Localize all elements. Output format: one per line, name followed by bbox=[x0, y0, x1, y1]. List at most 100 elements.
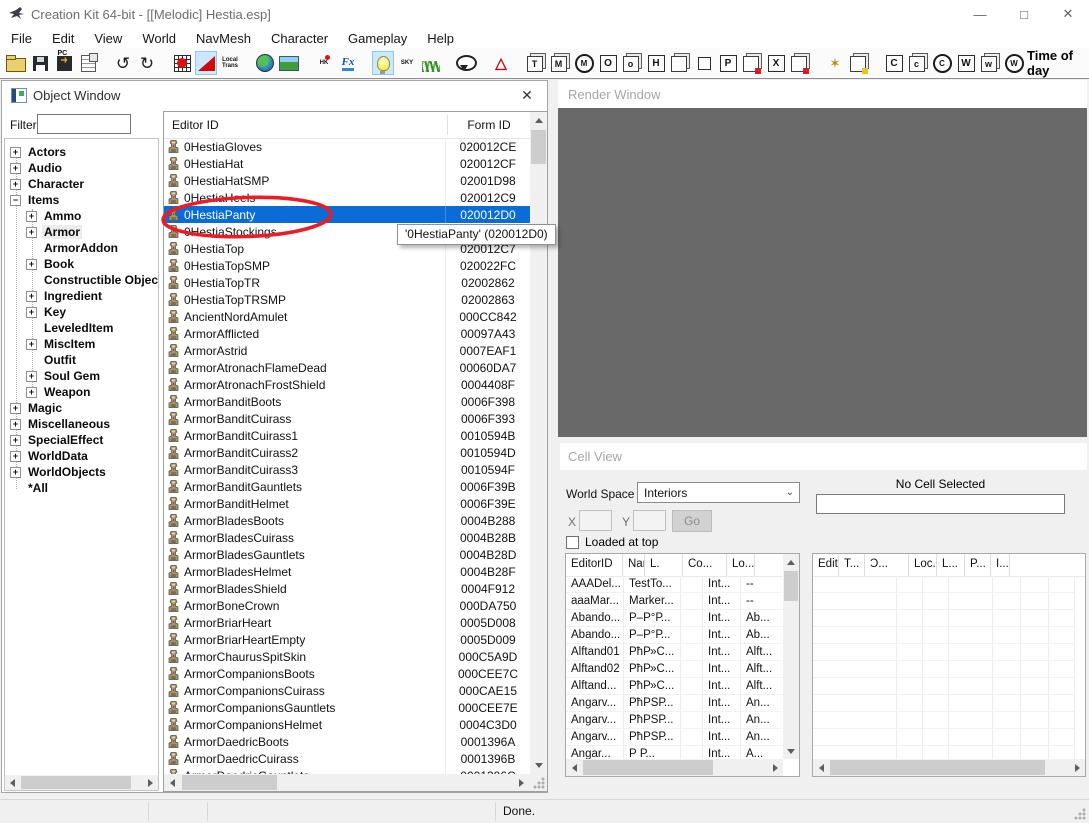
snap-grid-button[interactable] bbox=[171, 51, 193, 75]
close-button[interactable]: ✕ bbox=[1053, 1, 1083, 27]
object-list-row[interactable]: ArmorAstrid 0007EAF1 bbox=[164, 342, 530, 359]
undo-button[interactable]: ↺ bbox=[112, 51, 134, 75]
cube-t-button[interactable]: T bbox=[525, 51, 547, 75]
maximize-button[interactable]: □ bbox=[1009, 1, 1039, 27]
open-button[interactable] bbox=[5, 51, 27, 75]
box-p-button[interactable]: P bbox=[717, 51, 739, 75]
dialogue-button[interactable] bbox=[455, 51, 477, 75]
column-header-editor-id[interactable]: Editor ID bbox=[172, 118, 219, 132]
scroll-up-icon[interactable] bbox=[530, 112, 547, 129]
tree-item[interactable]: SpecialEffect bbox=[5, 432, 158, 448]
box-w-button[interactable]: W bbox=[955, 51, 977, 75]
tree-expander-icon[interactable] bbox=[10, 467, 21, 478]
tree-item[interactable]: Weapon bbox=[5, 384, 158, 400]
column-header[interactable]: Co... bbox=[683, 554, 727, 576]
tree-item[interactable]: MiscItem bbox=[5, 336, 158, 352]
object-list-row[interactable]: 0HestiaHat 020012CF bbox=[164, 155, 530, 172]
cell-row[interactable]: Angarv... РћРЅР... Int... An... bbox=[566, 729, 783, 746]
cube-light-button[interactable] bbox=[848, 51, 870, 75]
tree-item[interactable]: Magic bbox=[5, 400, 158, 416]
world-space-dropdown[interactable]: Interiors ⌄ bbox=[637, 482, 800, 503]
cell-contents-row[interactable] bbox=[813, 678, 1085, 695]
tree-item[interactable]: Key bbox=[5, 304, 158, 320]
tree-item[interactable]: *All bbox=[5, 480, 158, 496]
tree-expander-icon[interactable] bbox=[26, 339, 37, 350]
tree-item[interactable]: Constructible Object bbox=[5, 272, 158, 288]
object-list-row[interactable]: 0HestiaHeels 020012C9 bbox=[164, 189, 530, 206]
column-header[interactable]: Loc... bbox=[909, 554, 937, 576]
column-header[interactable]: Name bbox=[623, 554, 645, 576]
tree-item[interactable]: Actors bbox=[5, 144, 158, 160]
column-header[interactable]: I... bbox=[991, 554, 1010, 576]
scroll-thumb[interactable] bbox=[531, 130, 546, 164]
scroll-up-icon[interactable] bbox=[783, 554, 799, 570]
circle-c-button[interactable]: C bbox=[931, 51, 953, 75]
cell-contents-row[interactable] bbox=[813, 610, 1085, 627]
tree-expander-icon[interactable] bbox=[10, 435, 21, 446]
scroll-thumb[interactable] bbox=[21, 776, 131, 789]
tree-item[interactable]: Miscellaneous bbox=[5, 416, 158, 432]
tree-item[interactable]: Items bbox=[5, 192, 158, 208]
tree-item[interactable]: Character bbox=[5, 176, 158, 192]
cell-row[interactable]: aaaMar... Marker... Int... -- bbox=[566, 593, 783, 610]
tree-item[interactable]: LeveledItem bbox=[5, 320, 158, 336]
column-header[interactable]: L... bbox=[937, 554, 965, 576]
object-list-row[interactable]: ArmorDaedricCuirass 0001396B bbox=[164, 750, 530, 767]
tree-item[interactable]: Ammo bbox=[5, 208, 158, 224]
tree-item[interactable]: Ingredient bbox=[5, 288, 158, 304]
object-list-row[interactable]: ArmorBladesShield 0004F912 bbox=[164, 580, 530, 597]
y-coordinate-field[interactable] bbox=[633, 510, 666, 531]
tree-item[interactable]: WorldObjects bbox=[5, 464, 158, 480]
window-resize-grip-icon[interactable] bbox=[1074, 808, 1086, 820]
cube-marker-button[interactable] bbox=[741, 51, 763, 75]
preferences-button[interactable] bbox=[77, 51, 99, 75]
tree-expander-icon[interactable] bbox=[26, 259, 37, 270]
local-transform-button[interactable]: Local Trans bbox=[219, 51, 241, 75]
column-header[interactable]: Editor ID bbox=[813, 554, 839, 576]
scroll-down-icon[interactable] bbox=[530, 757, 547, 774]
cell-contents-row[interactable] bbox=[813, 644, 1085, 661]
scroll-right-icon[interactable] bbox=[1069, 759, 1085, 776]
tree-item[interactable]: ArmorAddon bbox=[5, 240, 158, 256]
cell-row[interactable]: AAADel... TestTo... Int... -- bbox=[566, 576, 783, 593]
cube-button[interactable] bbox=[669, 51, 691, 75]
cell-row[interactable]: Alftand02 РћР»С... Int... Alft... bbox=[566, 661, 783, 678]
cell-row[interactable]: Angarv... РћРЅР... Int... An... bbox=[566, 712, 783, 729]
scroll-left-icon[interactable] bbox=[5, 775, 20, 790]
effects-button[interactable]: Fx bbox=[337, 51, 359, 75]
object-list-row[interactable]: ArmorChaurusSpitSkin 000C5A9D bbox=[164, 648, 530, 665]
redo-button[interactable]: ↻ bbox=[136, 51, 158, 75]
object-list-row[interactable]: ArmorBanditCuirass1 0010594B bbox=[164, 427, 530, 444]
cube-c-button[interactable]: c bbox=[907, 51, 929, 75]
object-list-row[interactable]: ArmorDaedricGauntlets 0001396C bbox=[164, 767, 530, 774]
menu-item[interactable]: Character bbox=[261, 28, 338, 48]
tree-expander-icon[interactable] bbox=[10, 419, 21, 430]
tree-hscrollbar[interactable] bbox=[5, 775, 158, 790]
circle-w-button[interactable]: W bbox=[1003, 51, 1025, 75]
save-version-button[interactable] bbox=[53, 51, 75, 75]
object-list-row[interactable]: ArmorBanditCuirass2 0010594D bbox=[164, 444, 530, 461]
column-header[interactable]: T... bbox=[839, 554, 865, 576]
cell-table-hscrollbar[interactable] bbox=[566, 759, 783, 776]
tree-expander-icon[interactable] bbox=[10, 195, 21, 206]
scroll-down-icon[interactable] bbox=[783, 743, 799, 759]
snap-angle-button[interactable] bbox=[195, 51, 217, 75]
object-list-row[interactable]: ArmorAfflicted 00097A43 bbox=[164, 325, 530, 342]
object-list-row[interactable]: ArmorCompanionsBoots 000CEE7C bbox=[164, 665, 530, 682]
object-list-row[interactable]: ArmorBanditCuirass 0006F393 bbox=[164, 410, 530, 427]
object-list-row[interactable]: ArmorCompanionsCuirass 000CAE15 bbox=[164, 682, 530, 699]
object-list-row[interactable]: ArmorDaedricBoots 0001396A bbox=[164, 733, 530, 750]
light-radius-button[interactable]: ✶ bbox=[824, 51, 846, 75]
tree-expander-icon[interactable] bbox=[10, 451, 21, 462]
cell-row[interactable]: Abando... Р–Р°Р... Int... Ab... bbox=[566, 610, 783, 627]
cell-row[interactable]: Alftand... РћР»С... Int... Alft... bbox=[566, 678, 783, 695]
tree-expander-icon[interactable] bbox=[10, 163, 21, 174]
menu-item[interactable]: View bbox=[84, 28, 132, 48]
tree-expander-icon[interactable] bbox=[10, 403, 21, 414]
scroll-left-icon[interactable] bbox=[813, 759, 829, 776]
menu-item[interactable]: Help bbox=[417, 28, 464, 48]
object-list-row[interactable]: 0HestiaTopTRSMP 02002863 bbox=[164, 291, 530, 308]
object-list-row[interactable]: ArmorBanditBoots 0006F398 bbox=[164, 393, 530, 410]
object-list-row[interactable]: ArmorBriarHeart 0005D008 bbox=[164, 614, 530, 631]
sky-button[interactable]: SKY bbox=[396, 51, 418, 75]
